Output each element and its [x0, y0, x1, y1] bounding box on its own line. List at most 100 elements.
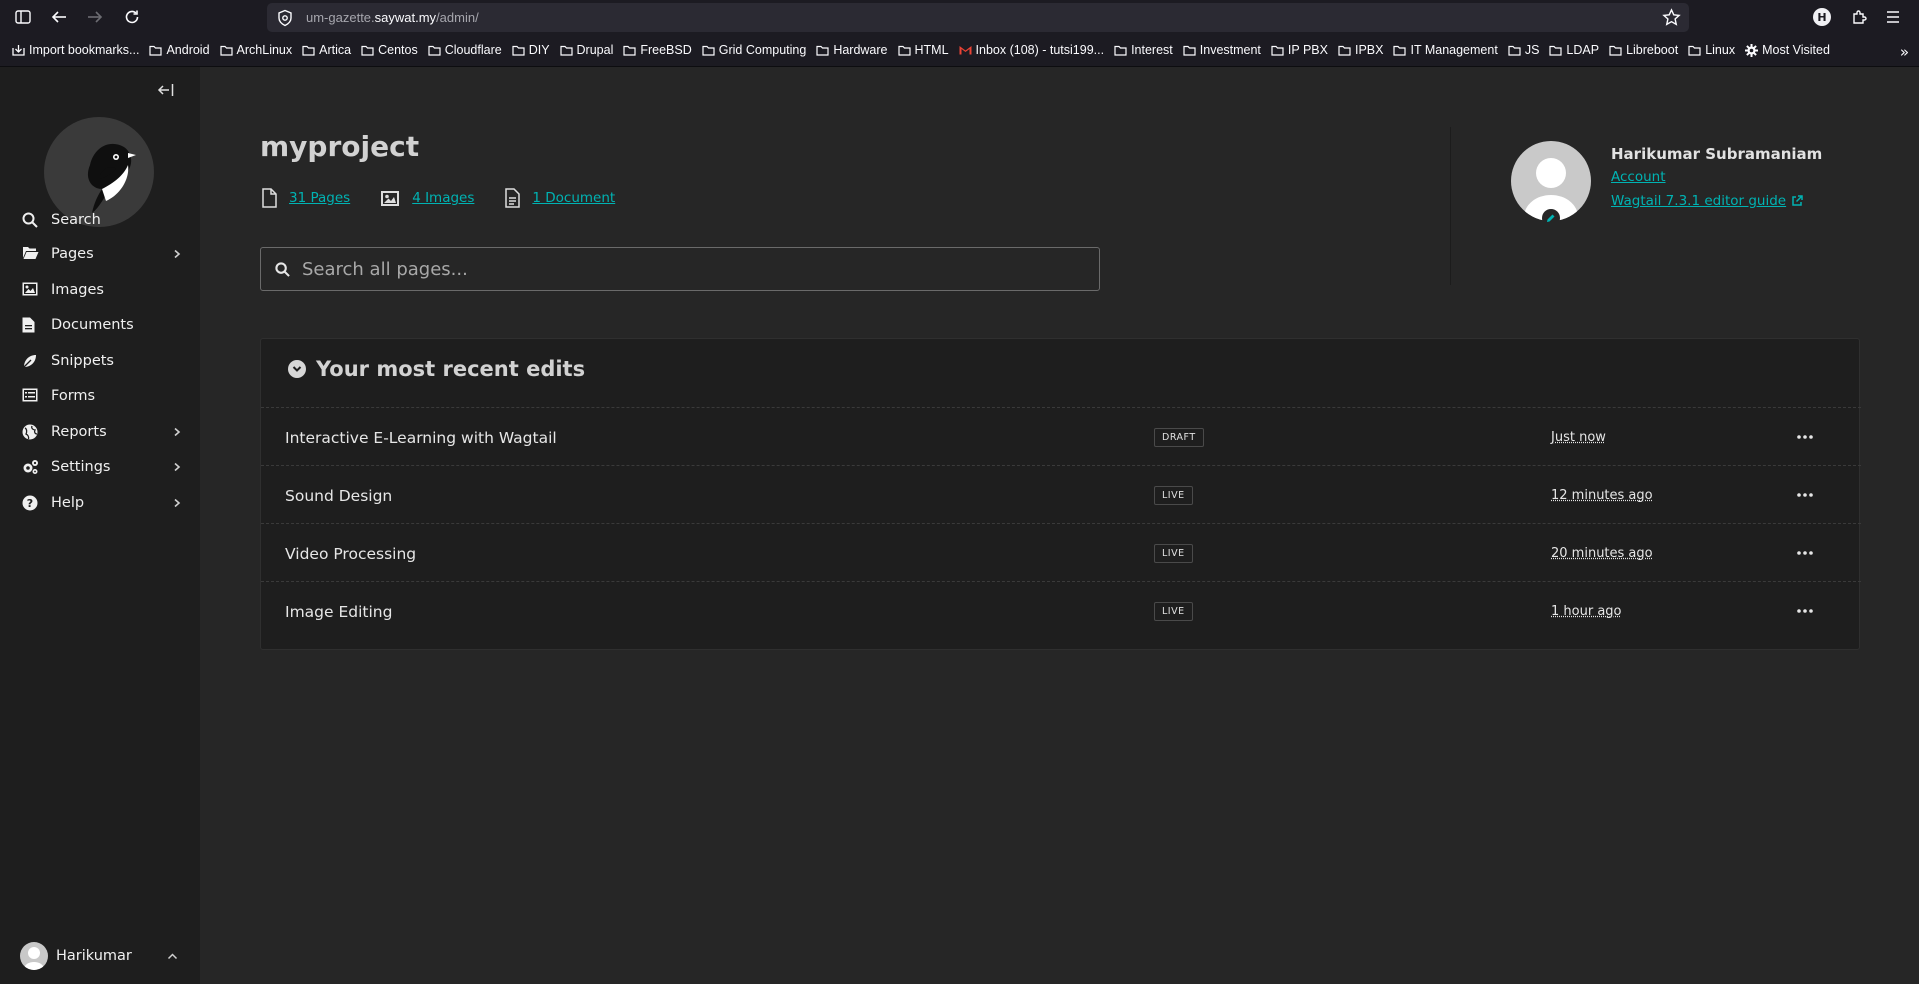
bookmark-label: Interest — [1131, 43, 1173, 57]
menu-icon[interactable] — [1883, 7, 1903, 27]
account-link[interactable]: Account — [1611, 169, 1666, 185]
bookmark-item[interactable]: Inbox (108) - tutsi199... — [959, 43, 1105, 57]
sidebar-item-label: Search — [51, 212, 101, 228]
account-avatar — [20, 942, 48, 970]
bookmarks-overflow-icon[interactable]: » — [1900, 43, 1909, 61]
summary-documents: 1 Document — [504, 188, 615, 208]
sidebar-item-label: Documents — [51, 317, 134, 333]
bookmark-star-icon[interactable] — [1662, 8, 1681, 27]
more-actions-icon[interactable] — [1793, 486, 1817, 504]
globe-icon — [22, 424, 38, 440]
url-text[interactable]: um-gazette.saywat.my/admin/ — [306, 10, 479, 25]
bookmark-item[interactable]: Artica — [302, 43, 351, 57]
recent-edits-heading: Your most recent edits — [316, 357, 586, 381]
sidebar-item-snippets[interactable]: Snippets — [0, 341, 200, 381]
url-bar[interactable]: um-gazette.saywat.my/admin/ — [267, 3, 1689, 32]
cogs-icon — [22, 459, 38, 475]
more-actions-icon[interactable] — [1793, 544, 1817, 562]
sidebar-item-help[interactable]: ? Help — [0, 483, 200, 523]
sidebar-item-pages[interactable]: Pages — [0, 234, 200, 274]
page-title-link[interactable]: Interactive E-Learning with Wagtail — [285, 429, 557, 447]
search-pages-box[interactable] — [260, 247, 1100, 291]
edit-timestamp: 1 hour ago — [1551, 604, 1622, 619]
bookmark-label: DIY — [528, 43, 550, 57]
page-title-link[interactable]: Video Processing — [285, 545, 416, 563]
folder-icon — [897, 45, 915, 56]
pages-link[interactable]: 31 Pages — [289, 190, 350, 206]
bookmark-label: IPBX — [1354, 43, 1384, 57]
sidebar-item-forms[interactable]: Forms — [0, 376, 200, 416]
shield-icon[interactable] — [276, 9, 294, 27]
images-link[interactable]: 4 Images — [412, 190, 474, 206]
sidebar: Search Pages Images Documents Snippets Forms R… — [0, 67, 200, 984]
bookmark-item[interactable]: IPBX — [1338, 43, 1384, 57]
folder-icon — [149, 45, 166, 56]
more-actions-icon[interactable] — [1793, 428, 1817, 446]
reload-icon[interactable] — [122, 7, 142, 27]
folder-icon — [219, 45, 237, 56]
bookmark-label: IP PBX — [1287, 43, 1328, 57]
bookmark-item[interactable]: Investment — [1183, 43, 1261, 57]
more-actions-icon[interactable] — [1793, 602, 1817, 620]
collapse-sidebar-icon[interactable] — [157, 83, 177, 101]
sidebar-item-reports[interactable]: Reports — [0, 412, 200, 452]
sidebar-toggle-icon[interactable] — [13, 7, 33, 27]
bookmark-item[interactable]: Cloudflare — [428, 43, 502, 57]
bookmark-item[interactable]: Centos — [361, 43, 418, 57]
bookmark-item[interactable]: LDAP — [1549, 43, 1599, 57]
bookmark-item[interactable]: DIY — [512, 43, 550, 57]
bookmark-item[interactable]: JS — [1508, 43, 1540, 57]
extensions-icon[interactable] — [1849, 7, 1869, 27]
recent-edit-row: Image Editing LIVE 1 hour ago — [261, 581, 1861, 639]
sidebar-item-images[interactable]: Images — [0, 270, 200, 310]
recent-edits-toggle[interactable]: Your most recent edits — [288, 357, 585, 381]
folder-icon — [1393, 45, 1410, 56]
account-menu[interactable]: Harikumar — [0, 931, 200, 981]
page-title-link[interactable]: Image Editing — [285, 603, 392, 621]
forward-icon[interactable] — [85, 7, 105, 27]
page-title-link[interactable]: Sound Design — [285, 487, 392, 505]
document-icon — [505, 188, 521, 208]
bookmark-label: Most Visited — [1762, 43, 1830, 57]
bookmark-label: Import bookmarks... — [29, 43, 140, 57]
bookmark-item[interactable]: HTML — [897, 43, 949, 57]
edit-avatar-icon[interactable] — [1542, 209, 1560, 227]
bookmark-item[interactable]: Android — [149, 43, 210, 57]
sidebar-item-settings[interactable]: Settings — [0, 447, 200, 487]
bookmark-item[interactable]: Drupal — [559, 43, 613, 57]
edit-timestamp: Just now — [1551, 430, 1606, 445]
bookmark-item[interactable]: Interest — [1114, 43, 1173, 57]
list-icon — [22, 388, 38, 404]
bookmark-item[interactable]: IT Management — [1393, 43, 1498, 57]
bookmark-item[interactable]: FreeBSD — [623, 43, 692, 57]
bookmark-item[interactable]: ArchLinux — [219, 43, 292, 57]
bookmark-label: JS — [1524, 43, 1540, 57]
bookmark-item[interactable]: Hardware — [816, 43, 888, 57]
search-pages-input[interactable] — [302, 258, 1072, 280]
profile-icon[interactable]: H — [1812, 7, 1832, 27]
chevron-up-icon — [167, 951, 178, 962]
folder-icon — [1549, 45, 1566, 56]
bookmark-item[interactable]: Most Visited — [1745, 43, 1830, 57]
external-link-icon — [1792, 195, 1803, 206]
bookmark-item[interactable]: Linux — [1688, 43, 1735, 57]
bookmark-label: Hardware — [833, 43, 888, 57]
bookmark-item[interactable]: Libreboot — [1609, 43, 1678, 57]
bookmark-item[interactable]: IP PBX — [1271, 43, 1328, 57]
image-icon — [22, 282, 38, 298]
page-icon — [262, 188, 277, 208]
sidebar-item-documents[interactable]: Documents — [0, 305, 200, 345]
folder-icon — [1609, 45, 1626, 56]
bookmark-label: Inbox (108) - tutsi199... — [975, 43, 1105, 57]
folder-icon — [512, 45, 529, 56]
summary-images: 4 Images — [380, 190, 474, 207]
editor-guide-link[interactable]: Wagtail 7.3.1 editor guide — [1611, 193, 1803, 209]
bookmark-item[interactable]: Grid Computing — [702, 43, 806, 57]
back-icon[interactable] — [49, 7, 69, 27]
documents-link[interactable]: 1 Document — [532, 190, 615, 206]
profile-initial: H — [1813, 8, 1831, 26]
bookmark-label: Investment — [1199, 43, 1261, 57]
bookmark-item[interactable]: Import bookmarks... — [12, 43, 139, 57]
import-icon — [12, 44, 29, 56]
sidebar-item-label: Forms — [51, 388, 96, 404]
